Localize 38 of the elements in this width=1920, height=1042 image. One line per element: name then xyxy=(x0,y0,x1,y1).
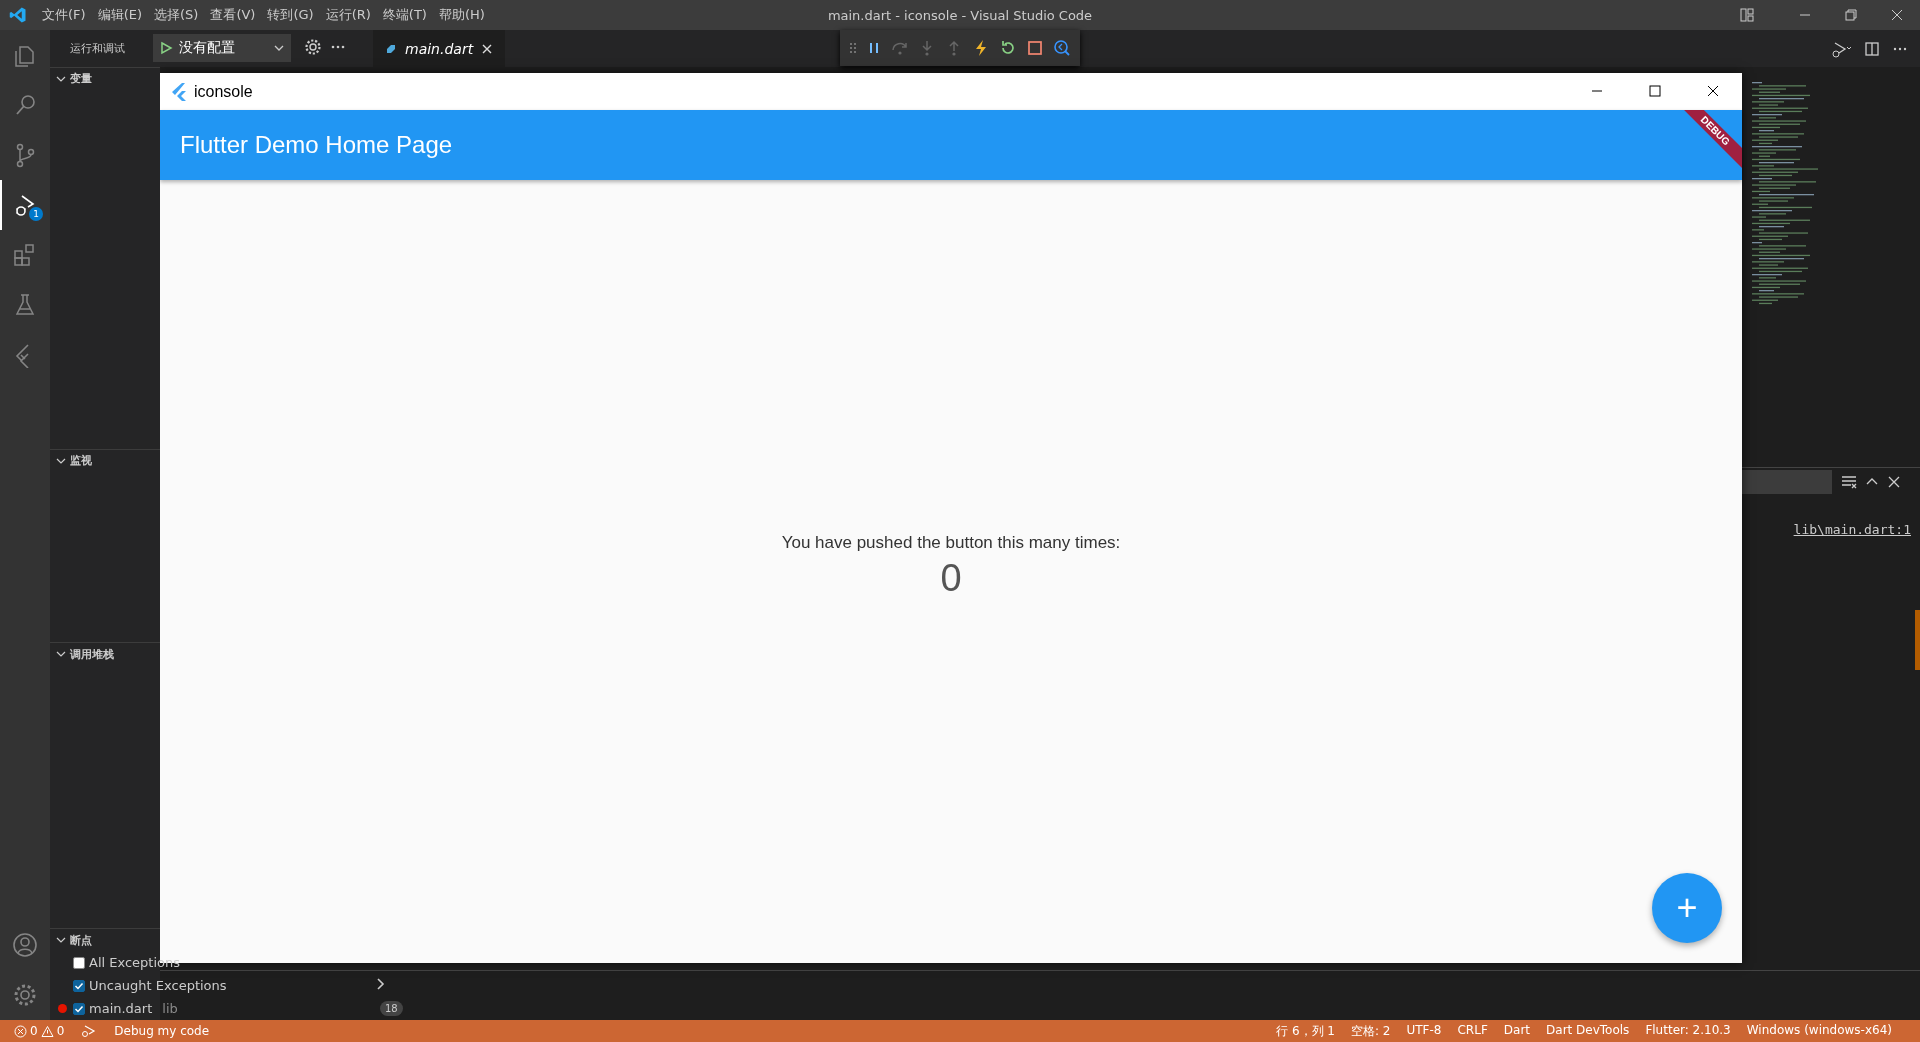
status-item[interactable]: Dart xyxy=(1495,1022,1539,1040)
counter-message: You have pushed the button this many times: xyxy=(781,533,1121,553)
section-header[interactable]: 断点 xyxy=(50,929,160,951)
section-header[interactable]: 监视 xyxy=(50,449,160,472)
menu-item[interactable]: 终端(T) xyxy=(376,6,433,24)
breakpoint-path: lib xyxy=(162,1001,178,1016)
breakpoint-label: All Exceptions xyxy=(89,955,180,970)
section-header[interactable]: 调用堆栈 xyxy=(50,643,160,666)
editor-tab[interactable]: main.dart xyxy=(373,30,506,67)
window-title: main.dart - iconsole - Visual Studio Code xyxy=(827,7,1093,23)
panel-title: 运行和调试 xyxy=(70,40,125,56)
app-bar-title: Flutter Demo Home Page xyxy=(180,131,453,159)
status-item[interactable]: Dart DevTools xyxy=(1538,1022,1638,1040)
menu-item[interactable]: 转到(G) xyxy=(261,6,320,24)
debug-config-label[interactable]: Debug my code xyxy=(106,1024,218,1038)
breakpoint-label: main.dart xyxy=(89,1001,153,1016)
menu-item[interactable]: 编辑(E) xyxy=(91,6,148,24)
count-badge: 1 xyxy=(29,207,43,221)
breakpoint-label: Uncaught Exceptions xyxy=(89,978,227,993)
line-number-badge: 18 xyxy=(380,1001,403,1016)
menu-item[interactable]: 帮助(H) xyxy=(432,6,491,24)
status-item[interactable]: UTF-8 xyxy=(1398,1022,1450,1040)
section-header[interactable]: 变量 xyxy=(50,67,160,90)
status-item[interactable]: CRLF xyxy=(1449,1022,1496,1040)
counter-value: 0 xyxy=(940,557,962,600)
menu-item[interactable]: 选择(S) xyxy=(148,6,205,24)
error-count[interactable]: 0 xyxy=(30,1024,38,1038)
status-item[interactable]: Flutter: 2.10.3 xyxy=(1637,1022,1739,1040)
window-title: iconsole xyxy=(194,82,253,101)
menu-item[interactable]: 查看(V) xyxy=(204,6,262,24)
status-item[interactable]: 行 6，列 1 xyxy=(1268,1022,1343,1040)
status-item[interactable]: Windows (windows-x64) xyxy=(1738,1022,1900,1040)
menu-item[interactable]: 文件(F) xyxy=(36,6,92,24)
warning-count[interactable]: 0 xyxy=(56,1024,65,1038)
file-link[interactable]: lib\main.dart:1 xyxy=(1793,522,1911,537)
menu-item[interactable]: 运行(R) xyxy=(319,6,377,24)
status-item[interactable]: 空格: 2 xyxy=(1343,1022,1399,1040)
configuration-dropdown[interactable]: 没有配置 xyxy=(153,34,291,62)
